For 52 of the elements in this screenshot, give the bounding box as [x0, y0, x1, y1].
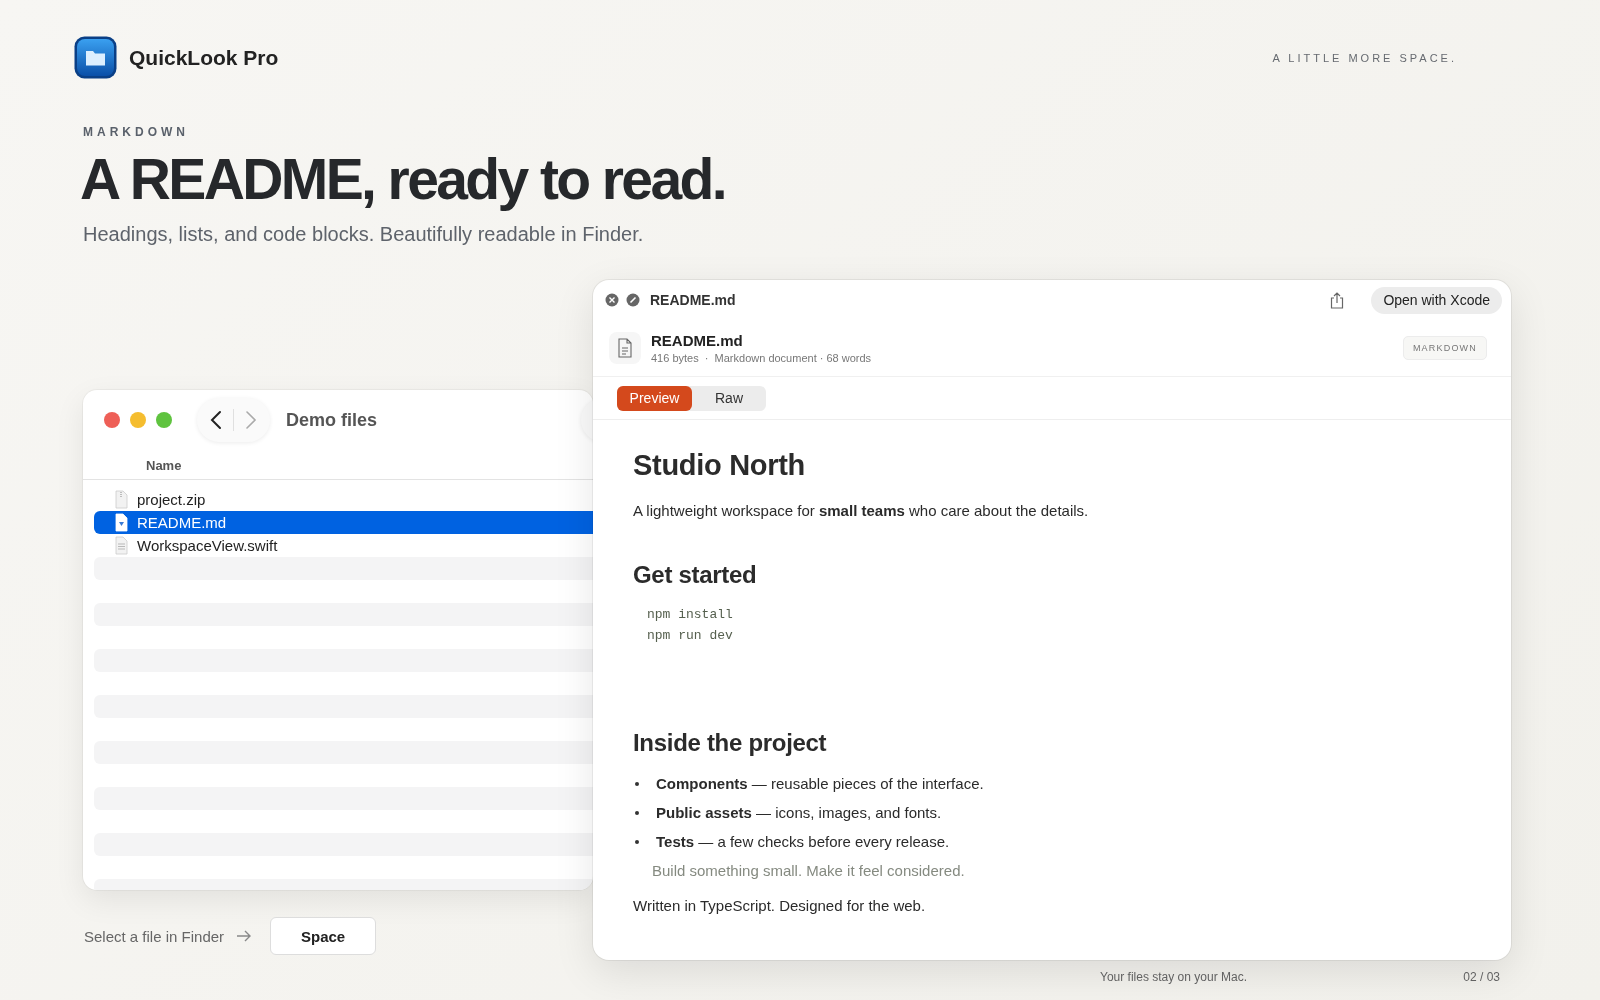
file-name: README.md	[651, 332, 744, 349]
file-row[interactable]: WorkspaceView.swift	[94, 534, 593, 557]
file-name: WorkspaceView.swift	[137, 537, 278, 554]
minimize-button[interactable]	[130, 412, 146, 428]
list-item: Tests — a few checks before every release.	[656, 833, 950, 850]
forward-button[interactable]	[244, 410, 258, 430]
document-icon	[609, 332, 641, 364]
file-icon	[114, 536, 129, 555]
subtitle: Headings, lists, and code blocks. Beautifully readable in Finder.	[83, 222, 644, 246]
file-row[interactable]: README.md	[94, 511, 593, 534]
space-key[interactable]: Space	[270, 917, 377, 955]
file-row[interactable]: project.zip	[94, 488, 593, 511]
list-item: Public assets — icons, images, and fonts.	[656, 804, 942, 821]
paragraph: A lightweight workspace for small teams who care about the details.	[633, 502, 1089, 519]
section-heading: Inside the project	[633, 729, 827, 757]
file-name: project.zip	[137, 491, 206, 508]
code-line: npm run dev	[647, 628, 733, 643]
back-button[interactable]	[209, 410, 223, 430]
format-badge: MARKDOWN	[1402, 336, 1487, 360]
file-icon	[114, 490, 129, 509]
section-heading: Get started	[633, 561, 757, 589]
view-tab[interactable]: Preview	[617, 385, 692, 411]
bullet-icon	[635, 781, 639, 786]
page-counter: 02 / 03	[1463, 970, 1500, 984]
file-details: 416 bytes · Markdown document · 68 words	[651, 352, 872, 364]
view-tab[interactable]: Raw	[692, 385, 766, 411]
fullscreen-icon[interactable]	[626, 293, 640, 307]
bullet-icon	[635, 839, 639, 844]
window-title: Demo files	[286, 409, 378, 431]
paragraph: Written in TypeScript. Designed for the web.	[633, 897, 926, 914]
file-icon	[114, 513, 129, 532]
zoom-button[interactable]	[156, 412, 172, 428]
share-icon[interactable]	[1330, 291, 1345, 309]
code-line: npm install	[647, 607, 733, 622]
document-heading: Studio North	[633, 449, 805, 482]
column-header: Name	[146, 458, 182, 473]
hint-text: Select a file in Finder	[84, 927, 225, 945]
window-title: README.md	[650, 292, 736, 308]
app-logo-icon	[74, 36, 117, 79]
quote-text: Build something small. Make it feel considered.	[652, 862, 965, 879]
tagline: A LITTLE MORE SPACE.	[1272, 51, 1457, 64]
open-with-button[interactable]: Open with Xcode	[1371, 286, 1502, 314]
list-item: Components — reusable pieces of the interface.	[656, 775, 984, 792]
file-name: README.md	[137, 514, 227, 531]
headline: A README, ready to read.	[80, 147, 725, 213]
app-name: QuickLook Pro	[129, 45, 279, 70]
section-label: MARKDOWN	[83, 125, 189, 139]
footer-note: Your files stay on your Mac.	[1100, 970, 1247, 984]
arrow-icon	[236, 930, 253, 942]
close-icon[interactable]	[605, 293, 619, 307]
close-button[interactable]	[104, 412, 120, 428]
bullet-icon	[635, 810, 639, 815]
